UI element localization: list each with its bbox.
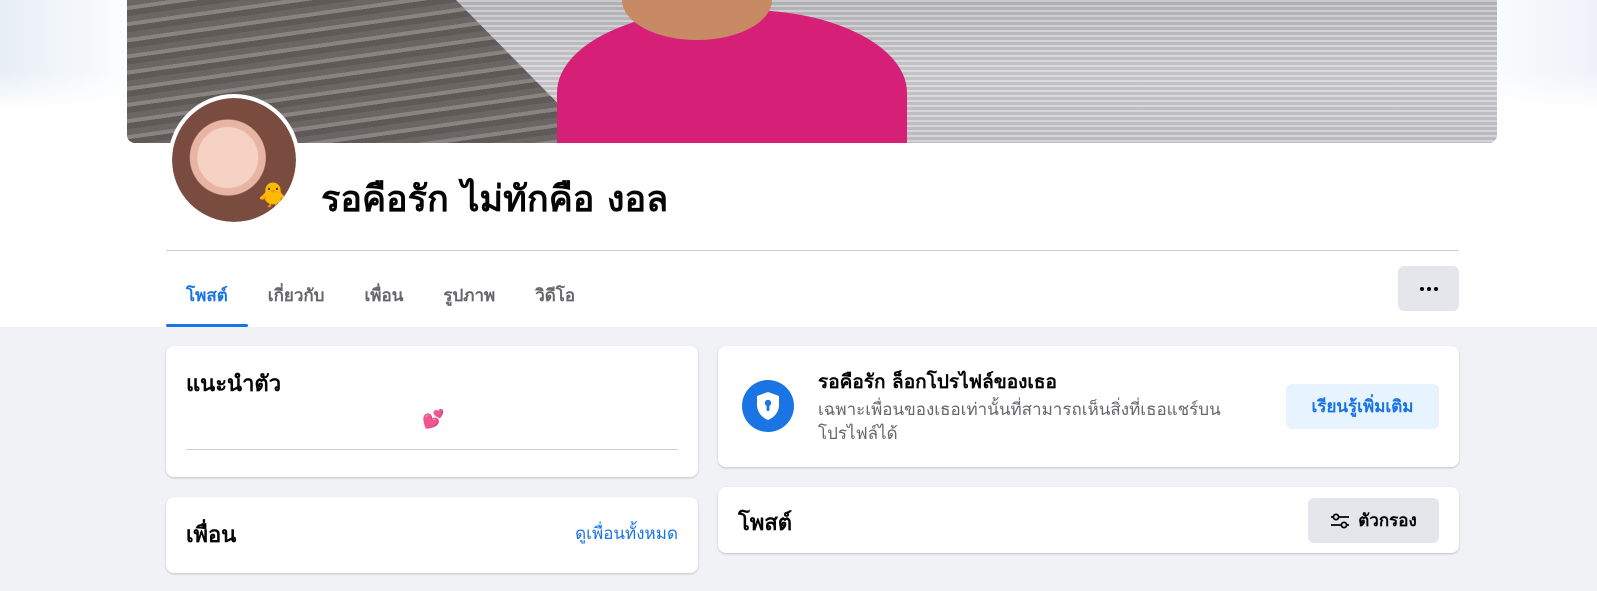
intro-divider	[186, 449, 678, 450]
tab-posts[interactable]: โพสต์	[166, 264, 248, 327]
tab-photos[interactable]: รูปภาพ	[423, 264, 515, 327]
see-all-friends-link[interactable]: ดูเพื่อนทั้งหมด	[575, 520, 678, 547]
friends-card: เพื่อน ดูเพื่อนทั้งหมด	[166, 497, 698, 573]
posts-title: โพสต์	[738, 511, 793, 536]
friends-title: เพื่อน	[186, 523, 237, 548]
sticker-icon: 🐥	[258, 182, 288, 209]
filter-label: ตัวกรอง	[1358, 511, 1417, 530]
intro-title: แนะนำตัว	[186, 372, 282, 397]
tab-friends[interactable]: เพื่อน	[344, 264, 423, 327]
locked-notice-title: รอคือรัก ล็อกโปรไฟล์ของเธอ	[818, 371, 1057, 393]
posts-card: โพสต์ ตัวกรอง	[718, 487, 1459, 553]
profile-name: รอคือรัก ไม่ทักคือ งอล	[321, 179, 669, 220]
filter-button[interactable]: ตัวกรอง	[1308, 498, 1439, 543]
cover-photo[interactable]	[127, 0, 1497, 143]
locked-notice-description: เฉพาะเพื่อนของเธอเท่านั้นที่สามารถเห็นสิ…	[818, 400, 1221, 443]
profile-tabs: โพสต์ เกี่ยวกับ เพื่อน รูปภาพ วิดีโอ	[166, 264, 595, 327]
profile-avatar[interactable]: 🐥	[168, 94, 300, 226]
learn-more-button[interactable]: เรียนรู้เพิ่มเติม	[1286, 384, 1439, 429]
avatar-image: 🐥	[172, 98, 296, 222]
more-options-button[interactable]	[1398, 266, 1459, 311]
tab-videos[interactable]: วิดีโอ	[515, 264, 595, 327]
sliders-icon	[1331, 513, 1350, 528]
shield-keyhole-icon	[742, 380, 794, 432]
ellipsis-icon	[1419, 286, 1438, 291]
locked-profile-notice: รอคือรัก ล็อกโปรไฟล์ของเธอ เฉพาะเพื่อนขอ…	[718, 346, 1459, 467]
header-divider	[166, 250, 1459, 251]
tab-about[interactable]: เกี่ยวกับ	[248, 264, 345, 327]
bio-text: 💕	[422, 409, 445, 429]
